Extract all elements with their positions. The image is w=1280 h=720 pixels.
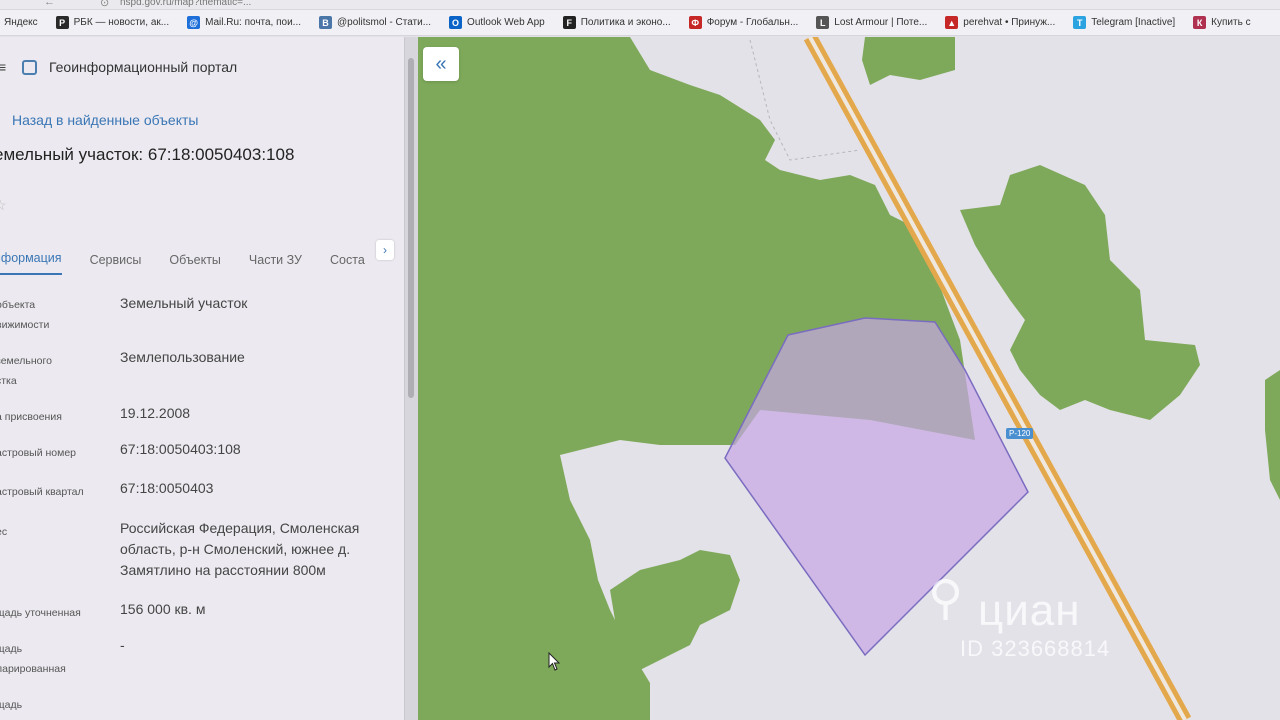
watermark-brand: циан [978, 586, 1081, 635]
bookmark-favicon-icon: T [1073, 16, 1087, 29]
tabs-scroll-right-icon[interactable]: › [376, 240, 394, 260]
collapse-panel-button[interactable]: « [423, 47, 459, 81]
page-title: емельный участок: 67:18:0050403:108 [0, 145, 295, 164]
panel-header: ≡ Геоинформационный портал [0, 59, 237, 75]
bookmark-item[interactable]: F Политика и эконо... [562, 16, 671, 29]
hamburger-menu-icon[interactable]: ≡ [0, 59, 8, 75]
field-value: 67:18:0050403 [120, 480, 214, 496]
back-to-results-link[interactable]: Назад в найденные объекты [12, 112, 198, 128]
field-label: астровый номер [0, 447, 77, 459]
bookmark-label: Форум - Глобальн... [706, 17, 799, 28]
field-value: 156 000 кв. м [120, 601, 206, 617]
favorite-star-icon[interactable]: ☆ [0, 197, 7, 214]
location-pin-icon: ⚲ [928, 572, 964, 625]
bookmark-favicon-icon: Ф [688, 16, 702, 29]
bookmark-label: Яндекс [4, 17, 38, 28]
bookmark-item[interactable]: Ф Форум - Глобальн... [688, 16, 799, 29]
bookmark-item[interactable]: К Купить с [1193, 16, 1251, 29]
field-label: объекта вижимости [0, 299, 50, 331]
bookmark-item[interactable]: @ Mail.Ru: почта, пои... [187, 16, 301, 29]
bookmark-favicon-icon: @ [187, 16, 201, 29]
panel-scrollbar-thumb[interactable] [408, 58, 414, 398]
field-label: астровый квартал [0, 486, 84, 498]
field-value: 67:18:0050403:108 [120, 441, 241, 457]
map-canvas[interactable] [418, 37, 1280, 720]
bookmark-favicon-icon: L [816, 16, 830, 29]
tab-services[interactable]: Сервисы [90, 253, 142, 275]
map-layers [418, 37, 1280, 720]
field-label: щадь [0, 699, 23, 711]
field-value: 19.12.2008 [120, 405, 191, 421]
field-value: Землепользование [120, 349, 245, 365]
mouse-cursor-icon [548, 652, 561, 671]
tab-objects[interactable]: Объекты [169, 253, 221, 275]
bookmark-item[interactable]: Р РБК — новости, ак... [55, 16, 170, 29]
side-panel: ≡ Геоинформационный портал Назад в найде… [0, 37, 404, 720]
bookmark-label: РБК — новости, ак... [73, 17, 170, 28]
bookmark-label: Lost Armour | Поте... [834, 17, 928, 28]
bookmark-label: @politsmol - Стати... [337, 17, 432, 28]
address-bar[interactable]: ← ⊙ nspd.gov.ru/map?thematic=... [0, 0, 1280, 10]
back-arrow-icon[interactable]: ← [44, 0, 55, 8]
bookmark-item[interactable]: T Telegram [Inactive] [1073, 16, 1175, 29]
bookmark-favicon-icon: F [562, 16, 576, 29]
bookmark-item[interactable]: Яндекс [4, 17, 38, 28]
watermark-id: ID 323668814 [960, 636, 1111, 661]
road-label: Р-120 [1006, 428, 1034, 439]
bookmark-label: Mail.Ru: почта, пои... [205, 17, 302, 28]
site-info-icon[interactable]: ⊙ [100, 0, 109, 9]
bookmark-label: Telegram [Inactive] [1091, 17, 1176, 28]
field-label: щадь уточненная [0, 607, 81, 619]
bookmark-label: Outlook Web App [467, 17, 545, 28]
field-value: - [120, 637, 125, 653]
tab-bar: нформация Сервисы Объекты Части ЗУ Соста [0, 235, 404, 275]
field-value: Российская Федерация, Смоленская область… [120, 520, 360, 578]
field-label: земельного стка [0, 355, 52, 387]
field-label: ес [0, 526, 8, 538]
field-value: Земельный участок [120, 295, 248, 311]
portal-title: Геоинформационный портал [49, 59, 238, 75]
tab-information[interactable]: нформация [0, 251, 62, 275]
bookmark-favicon-icon: В [319, 16, 333, 29]
bookmark-item[interactable]: L Lost Armour | Поте... [816, 16, 927, 29]
field-label: а присвоения [0, 411, 62, 423]
url-text[interactable]: nspd.gov.ru/map?thematic=... [120, 0, 251, 8]
bookmark-item[interactable]: ▲ perehvat • Принуж... [945, 16, 1055, 29]
bookmark-item[interactable]: O Outlook Web App [449, 16, 545, 29]
bookmark-favicon-icon: ▲ [945, 16, 959, 29]
bookmark-label: perehvat • Принуж... [963, 17, 1056, 28]
tab-parts[interactable]: Части ЗУ [249, 253, 302, 275]
bookmark-label: Купить с [1211, 17, 1251, 28]
bookmarks-bar: Яндекс Р РБК — новости, ак... @ Mail.Ru: поч… [0, 10, 1280, 36]
portal-logo-icon [22, 59, 37, 75]
bookmark-label: Политика и эконо... [580, 17, 671, 28]
bookmark-favicon-icon: К [1193, 16, 1207, 29]
field-label: щадь ларированная [0, 643, 66, 675]
bookmark-item[interactable]: В @politsmol - Стати... [319, 16, 431, 29]
bookmark-favicon-icon: Р [55, 16, 69, 29]
tab-composition[interactable]: Соста [330, 253, 365, 275]
bookmark-favicon-icon: O [449, 16, 463, 29]
